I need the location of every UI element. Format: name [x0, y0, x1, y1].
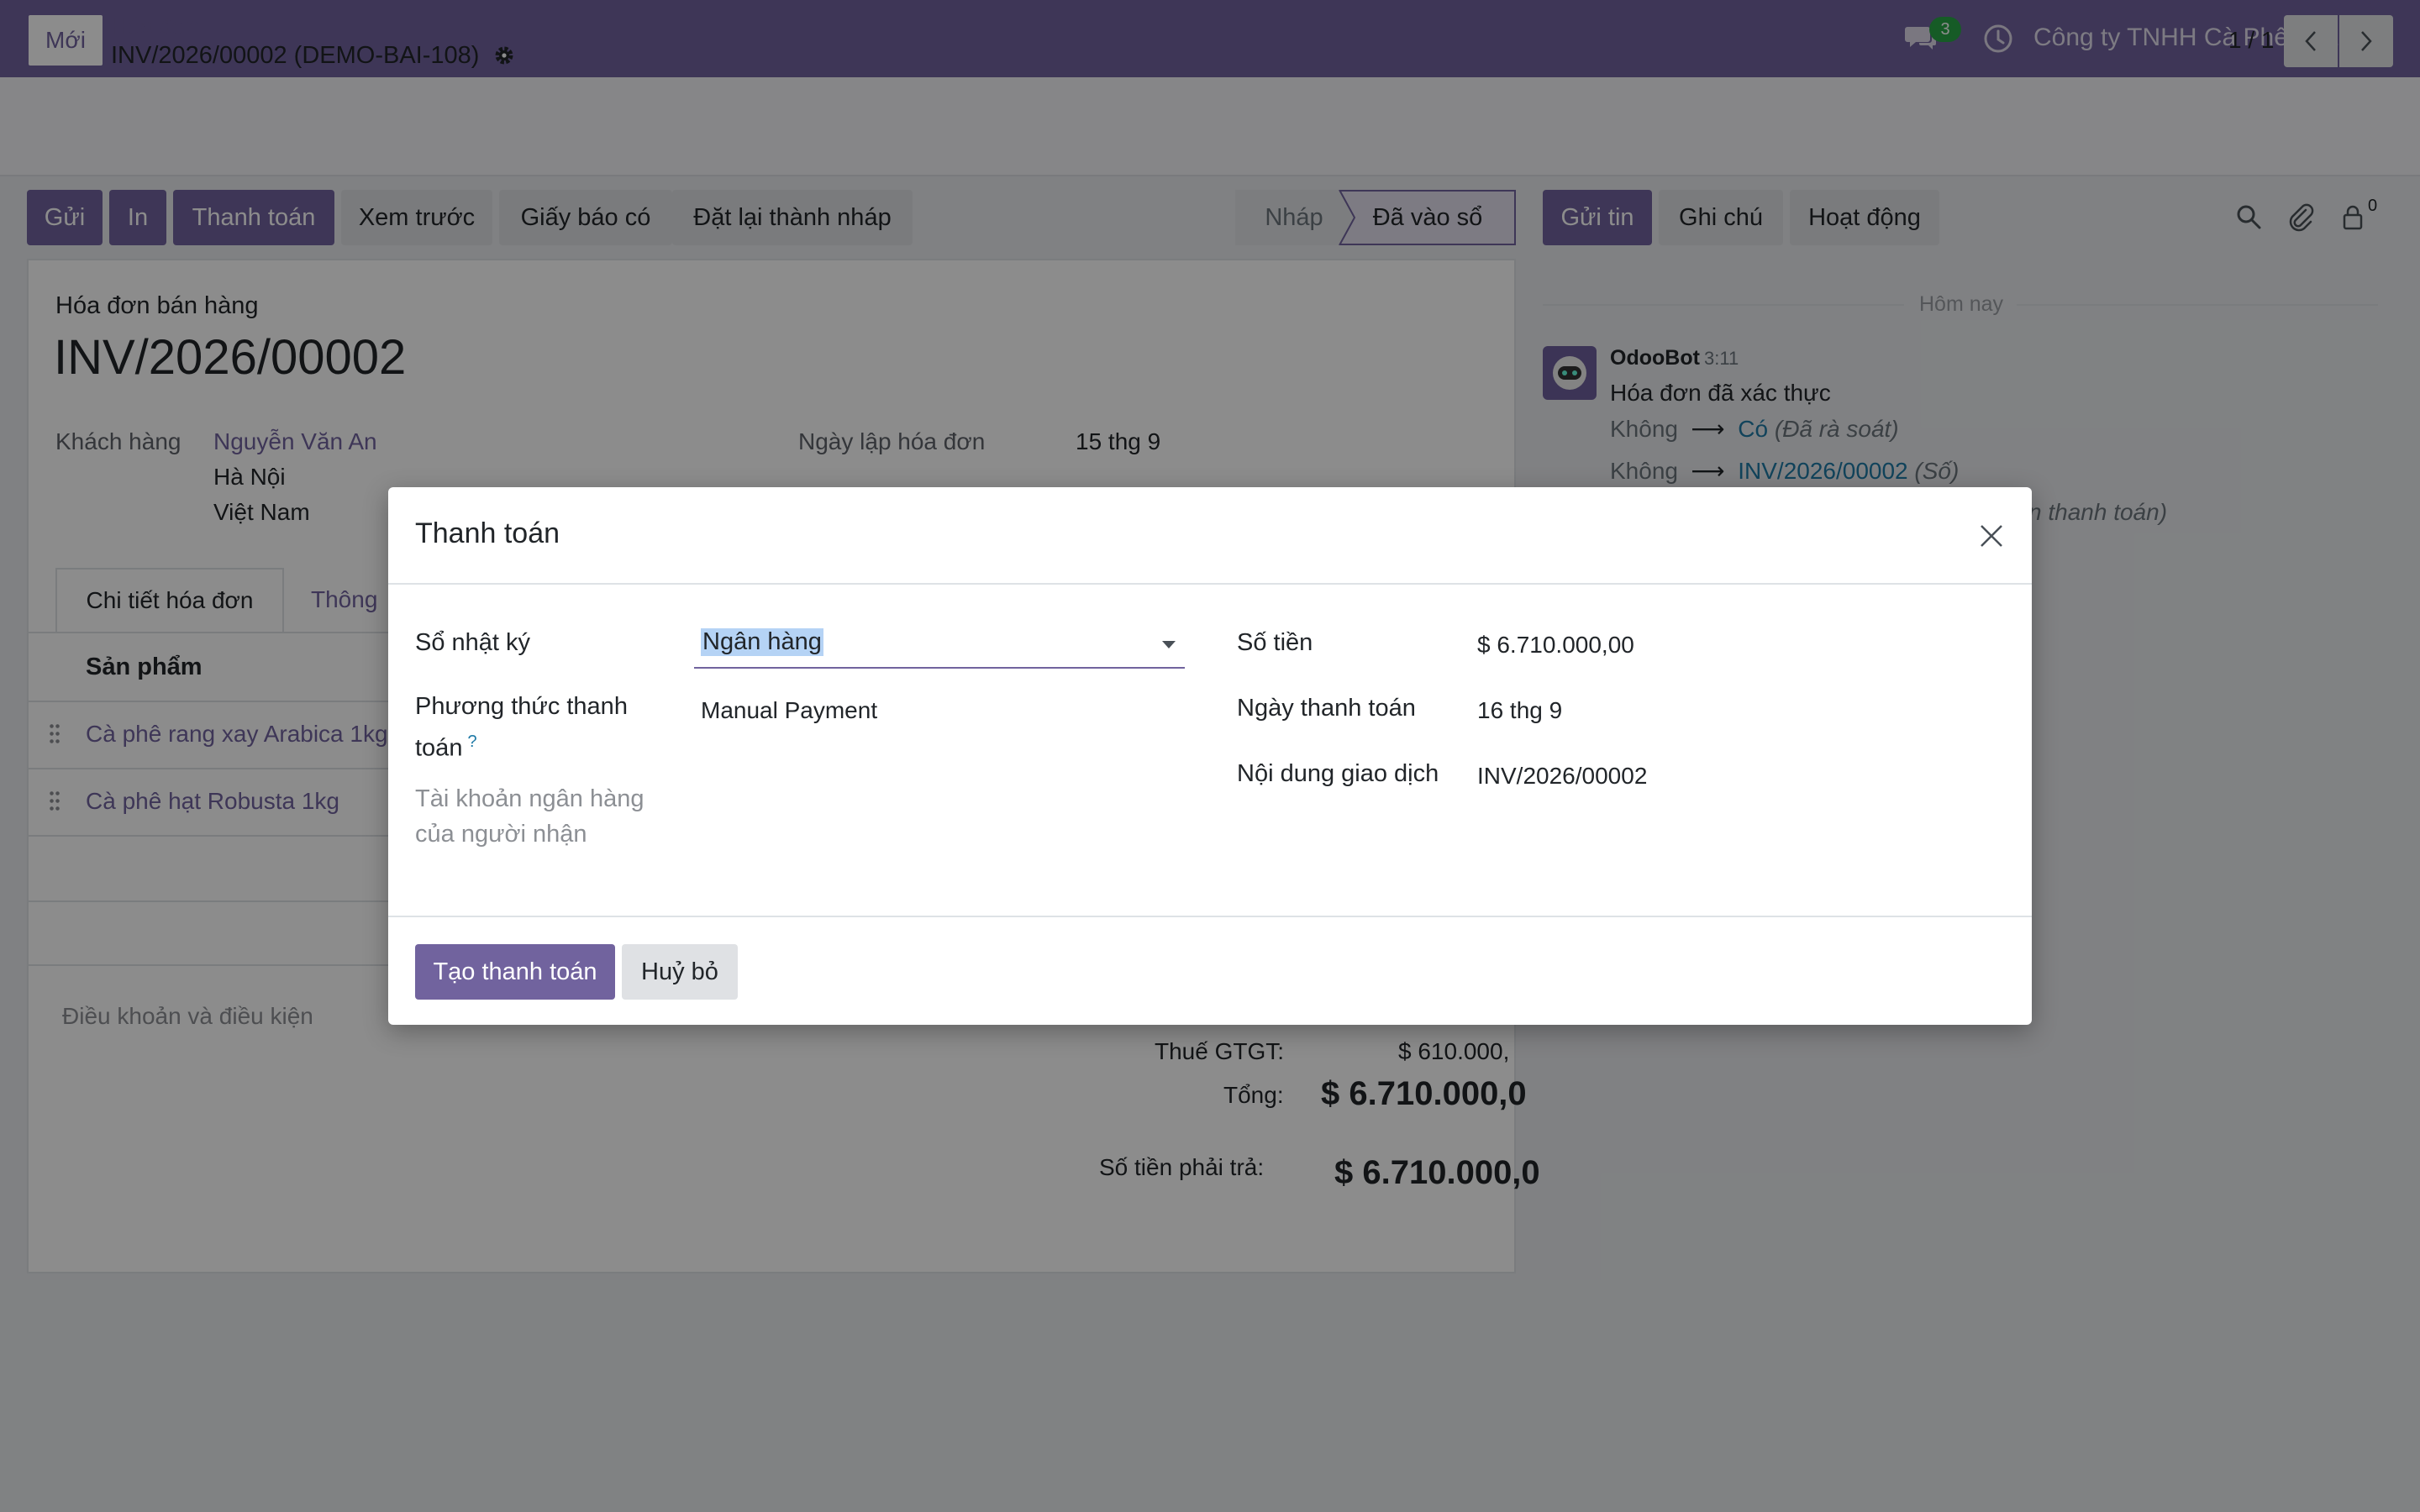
- dialog-title: Thanh toán: [415, 517, 560, 549]
- payment-dialog: Thanh toán Sổ nhật ký Ngân hàng Phương t…: [388, 487, 2032, 1025]
- payment-method-label-text: Phương thức thanh toán: [415, 693, 628, 762]
- payment-date-label: Ngày thanh toán: [1237, 695, 1416, 722]
- payment-method-label: Phương thức thanh toán?: [415, 689, 667, 766]
- caret-down-icon: [1162, 641, 1176, 648]
- dialog-header-divider: [388, 583, 2032, 585]
- payment-method-value[interactable]: Manual Payment: [701, 697, 877, 724]
- cancel-button[interactable]: Huỷ bỏ: [622, 944, 738, 1000]
- create-payment-button[interactable]: Tạo thanh toán: [415, 944, 615, 1000]
- amount-value[interactable]: $ 6.710.000,00: [1477, 632, 1634, 659]
- amount-label: Số tiền: [1237, 629, 1313, 656]
- memo-value[interactable]: INV/2026/00002: [1477, 763, 1647, 790]
- journal-select-value: Ngân hàng: [701, 628, 823, 656]
- memo-label: Nội dung giao dịch: [1237, 760, 1439, 787]
- dialog-footer-divider: [388, 916, 2032, 917]
- payment-date-value[interactable]: 16 thg 9: [1477, 697, 1562, 724]
- journal-select[interactable]: Ngân hàng: [694, 622, 1185, 669]
- help-tooltip-icon[interactable]: ?: [467, 732, 476, 751]
- journal-label: Sổ nhật ký: [415, 629, 531, 656]
- recipient-bank-label: Tài khoản ngân hàng của người nhận: [415, 785, 644, 848]
- close-icon[interactable]: [1976, 521, 2007, 551]
